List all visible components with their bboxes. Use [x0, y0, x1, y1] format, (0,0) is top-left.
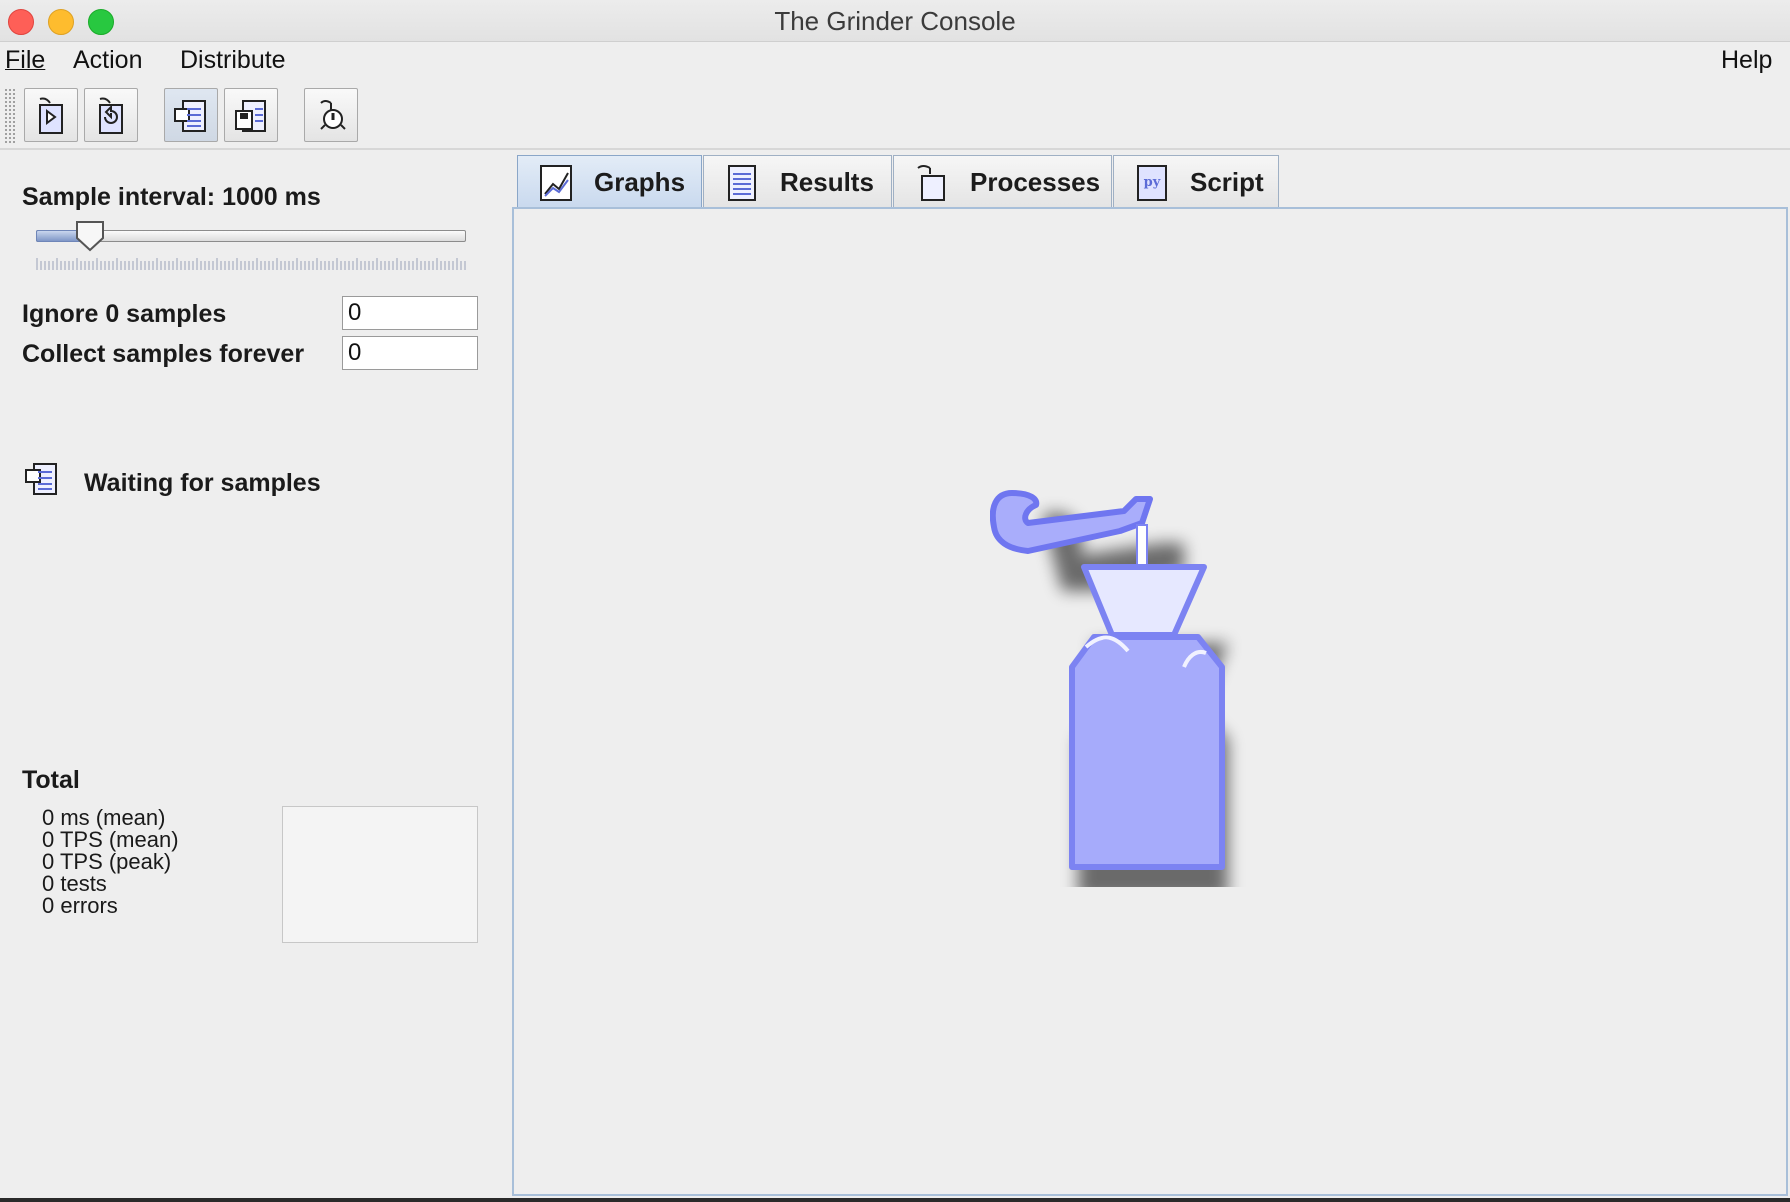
menu-file-label: File: [5, 46, 46, 74]
start-processes-button[interactable]: [24, 88, 78, 142]
total-errors: 0 errors: [42, 893, 118, 918]
collect-samples-label: Collect samples forever: [22, 340, 305, 368]
waiting-stats-icon: [25, 463, 57, 495]
reset-processes-icon: [99, 97, 123, 134]
toolbar: [0, 82, 1790, 150]
grinder-console-window: The Grinder Console File Action Distribu…: [0, 0, 1790, 1202]
menu-bar: File Action Distribute Help: [0, 42, 1790, 82]
tab-results[interactable]: Results: [703, 155, 892, 208]
slider-ticks: [36, 258, 466, 270]
menu-help[interactable]: Help: [1721, 46, 1772, 75]
stop-processes-icon: [320, 100, 346, 130]
tab-script-label: Script: [1190, 166, 1264, 197]
start-recording-button[interactable]: [164, 88, 218, 142]
tab-processes-label: Processes: [970, 166, 1101, 197]
title-bar: The Grinder Console: [0, 0, 1790, 42]
total-mean-tps: 0 TPS (mean): [42, 827, 179, 852]
total-mean-time: 0 ms (mean): [42, 805, 166, 830]
sample-interval-slider-thumb[interactable]: [75, 220, 105, 252]
total-graph-box: [282, 806, 478, 943]
graphs-icon: [536, 162, 576, 202]
processes-icon: [912, 162, 952, 202]
total-label: Total: [22, 766, 80, 794]
stop-processes-button[interactable]: [304, 88, 358, 142]
collect-samples-input[interactable]: [342, 336, 478, 370]
graphs-panel: [512, 207, 1788, 1196]
menu-action-label: Action: [73, 46, 143, 74]
total-tests: 0 tests: [42, 871, 107, 896]
window-bottom-edge: [0, 1198, 1790, 1202]
tab-script[interactable]: py Script: [1113, 155, 1279, 208]
window-title: The Grinder Console: [774, 6, 1016, 36]
tab-graphs[interactable]: Graphs: [517, 155, 702, 208]
svg-text:py: py: [1144, 175, 1161, 190]
tab-results-label: Results: [780, 166, 874, 197]
menu-help-label: Help: [1721, 46, 1773, 74]
ignore-samples-label: Ignore 0 samples: [22, 300, 227, 328]
save-results-button[interactable]: [224, 88, 278, 142]
grinder-logo: [990, 490, 1228, 887]
results-icon: [722, 162, 762, 202]
script-icon: py: [1132, 162, 1172, 202]
start-processes-icon: [39, 97, 63, 134]
status-text: Waiting for samples: [84, 469, 321, 497]
toolbar-grip[interactable]: [4, 88, 16, 144]
reset-processes-button[interactable]: [84, 88, 138, 142]
tab-processes[interactable]: Processes: [893, 155, 1112, 208]
menu-file[interactable]: File: [5, 46, 45, 75]
total-peak-tps: 0 TPS (peak): [42, 849, 172, 874]
menu-action[interactable]: Action: [73, 46, 142, 75]
menu-distribute-label: Distribute: [180, 46, 286, 74]
record-stats-icon: [174, 100, 206, 132]
total-stats-list: 0 ms (mean) 0 TPS (mean) 0 TPS (peak) 0 …: [42, 807, 179, 917]
tab-graphs-label: Graphs: [594, 166, 686, 197]
save-icon: [235, 100, 266, 132]
sample-interval-label: Sample interval: 1000 ms: [22, 183, 321, 211]
ignore-samples-input[interactable]: [342, 296, 478, 330]
menu-distribute[interactable]: Distribute: [180, 46, 286, 75]
